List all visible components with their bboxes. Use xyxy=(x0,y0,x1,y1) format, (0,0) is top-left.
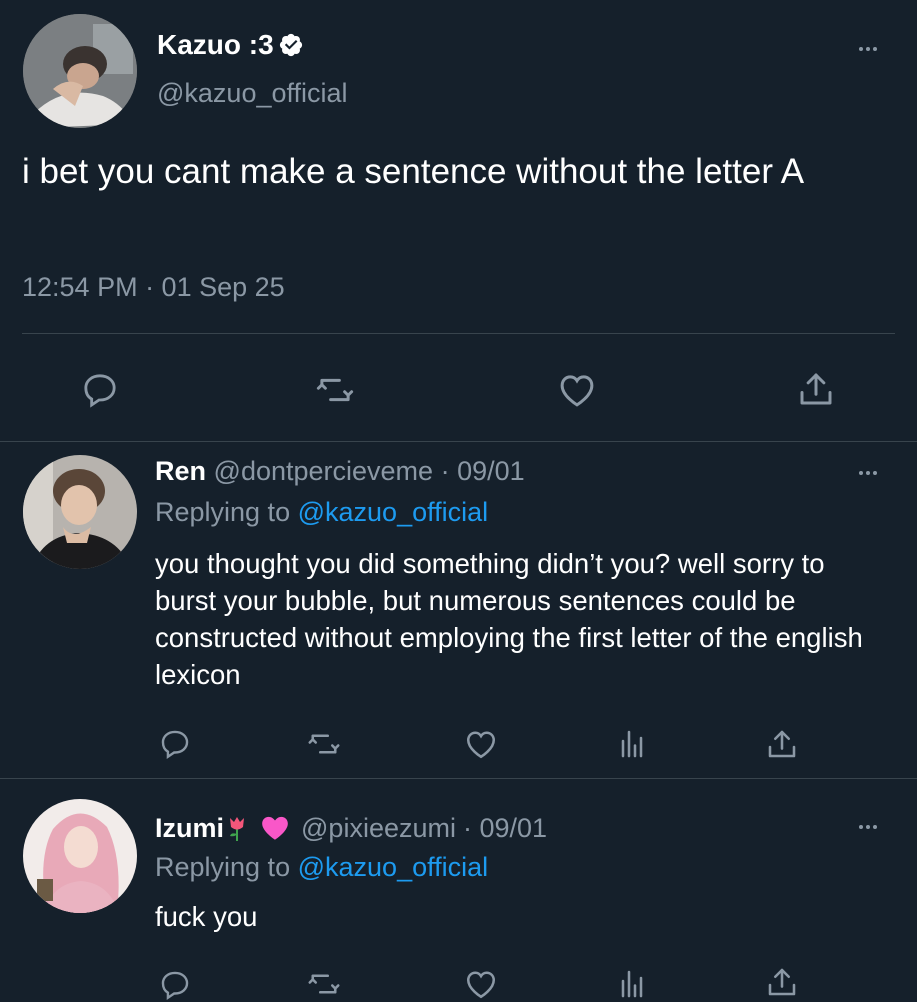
reply-date[interactable]: · 09/01 xyxy=(463,813,547,844)
replying-to-label: Replying to xyxy=(155,497,291,527)
like-icon[interactable] xyxy=(462,726,500,762)
like-icon[interactable] xyxy=(462,966,500,1002)
analytics-icon[interactable] xyxy=(614,726,650,762)
analytics-icon[interactable] xyxy=(614,966,650,1002)
avatar-photo xyxy=(23,799,137,913)
pink-heart-icon xyxy=(261,815,289,841)
reply-icon[interactable] xyxy=(158,968,192,1002)
tweet-text: i bet you cant make a sentence without t… xyxy=(22,152,805,191)
verified-badge-icon xyxy=(278,32,304,58)
retweet-icon[interactable] xyxy=(314,369,356,411)
avatar[interactable] xyxy=(23,799,137,913)
reply-icon[interactable] xyxy=(80,370,120,410)
rose-icon xyxy=(225,814,249,842)
display-name[interactable]: Kazuo :3 xyxy=(157,29,274,61)
reply-date[interactable]: · 09/01 xyxy=(441,456,525,486)
share-icon[interactable] xyxy=(764,725,800,763)
timestamp: 12:54 PM · 01 Sep 25 xyxy=(22,272,285,302)
divider xyxy=(0,778,917,779)
replying-to-label: Replying to xyxy=(155,852,291,882)
share-icon[interactable] xyxy=(795,367,837,411)
tweet-text: you thought you did something didn’t you… xyxy=(155,548,863,690)
handle[interactable]: @pixieezumi xyxy=(301,813,456,844)
avatar-photo xyxy=(23,14,137,128)
avatar[interactable] xyxy=(23,455,137,569)
mention-link[interactable]: @kazuo_official xyxy=(298,497,489,527)
avatar-photo xyxy=(23,455,137,569)
handle[interactable]: @kazuo_official xyxy=(157,78,348,109)
divider xyxy=(0,441,917,442)
more-options-icon[interactable] xyxy=(859,471,877,475)
tweet-text: fuck you xyxy=(155,901,258,932)
handle[interactable]: @dontpercieveme xyxy=(214,456,434,486)
retweet-icon[interactable] xyxy=(306,966,342,1002)
avatar[interactable] xyxy=(23,14,137,128)
display-name[interactable]: Ren xyxy=(155,456,206,486)
retweet-icon[interactable] xyxy=(306,726,342,762)
more-options-icon[interactable] xyxy=(859,47,877,51)
mention-link[interactable]: @kazuo_official xyxy=(298,852,489,882)
share-icon[interactable] xyxy=(764,964,800,1000)
reply-icon[interactable] xyxy=(158,727,192,761)
divider xyxy=(22,333,895,334)
display-name[interactable]: Izumi xyxy=(155,813,224,844)
like-icon[interactable] xyxy=(555,369,599,411)
more-options-icon[interactable] xyxy=(859,825,877,829)
